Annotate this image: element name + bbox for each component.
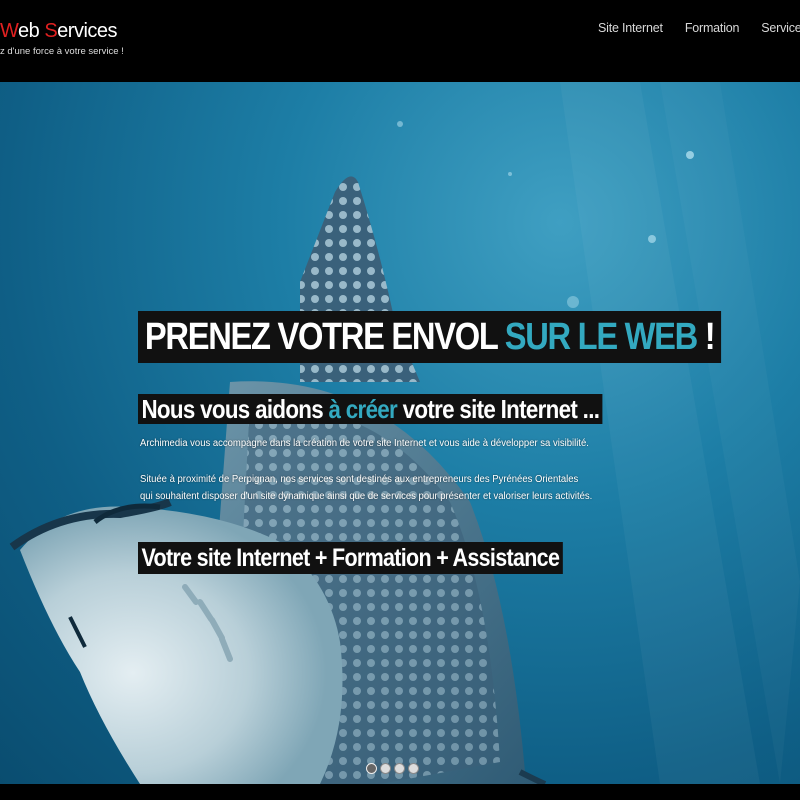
hero-sub-accent: à créer — [328, 394, 398, 424]
hero-offer-bar: Votre site Internet + Formation + Assist… — [138, 542, 563, 574]
site-header: Web Services z d'une force à votre servi… — [0, 0, 800, 82]
hero-paragraph-location: Située à proximité de Perpignan, nos ser… — [140, 474, 579, 485]
hero-headline-end: ! — [697, 316, 716, 358]
manta-ray-background-image — [9, 82, 760, 784]
slider-pagination — [366, 763, 419, 774]
brand-text-eb: eb — [18, 20, 45, 42]
hero-sub-main: Nous vous aidons — [141, 394, 329, 424]
nav-item-services[interactable]: Services — [761, 21, 800, 35]
slider-dot-2[interactable] — [380, 763, 391, 774]
brand-letter-s: S — [44, 20, 58, 42]
brand-letter-w: W — [0, 20, 19, 42]
hero-headline-accent: SUR LE WEB — [504, 316, 699, 358]
brand-name: Web Services — [0, 20, 118, 42]
hero-headline: PRENEZ VOTRE ENVOL SUR LE WEB ! — [138, 311, 722, 363]
site-logo[interactable]: Web Services — [0, 20, 118, 43]
hero-slider: PRENEZ VOTRE ENVOL SUR LE WEB ! Nous vou… — [0, 82, 800, 784]
nav-item-site-internet[interactable]: Site Internet — [598, 21, 663, 35]
hero-sub-end: votre site Internet ... — [397, 394, 600, 424]
hero-paragraph-intro: Archimedia vous accompagne dans la créat… — [140, 438, 589, 449]
slider-dot-1[interactable] — [366, 763, 377, 774]
hero-paragraph-location-cont: qui souhaitent disposer d'un site dynami… — [140, 491, 593, 502]
nav-item-formation[interactable]: Formation — [685, 21, 740, 35]
slider-dot-4[interactable] — [408, 763, 419, 774]
brand-text-ervices: ervices — [57, 20, 118, 42]
site-tagline: z d'une force à votre service ! — [0, 46, 124, 57]
hero-subheadline: Nous vous aidons à créer votre site Inte… — [138, 394, 603, 424]
slider-dot-3[interactable] — [394, 763, 405, 774]
hero-headline-main: PRENEZ VOTRE ENVOL — [144, 316, 505, 358]
main-nav: Site Internet Formation Services R — [598, 21, 800, 35]
page-bottom-strip — [0, 784, 800, 800]
